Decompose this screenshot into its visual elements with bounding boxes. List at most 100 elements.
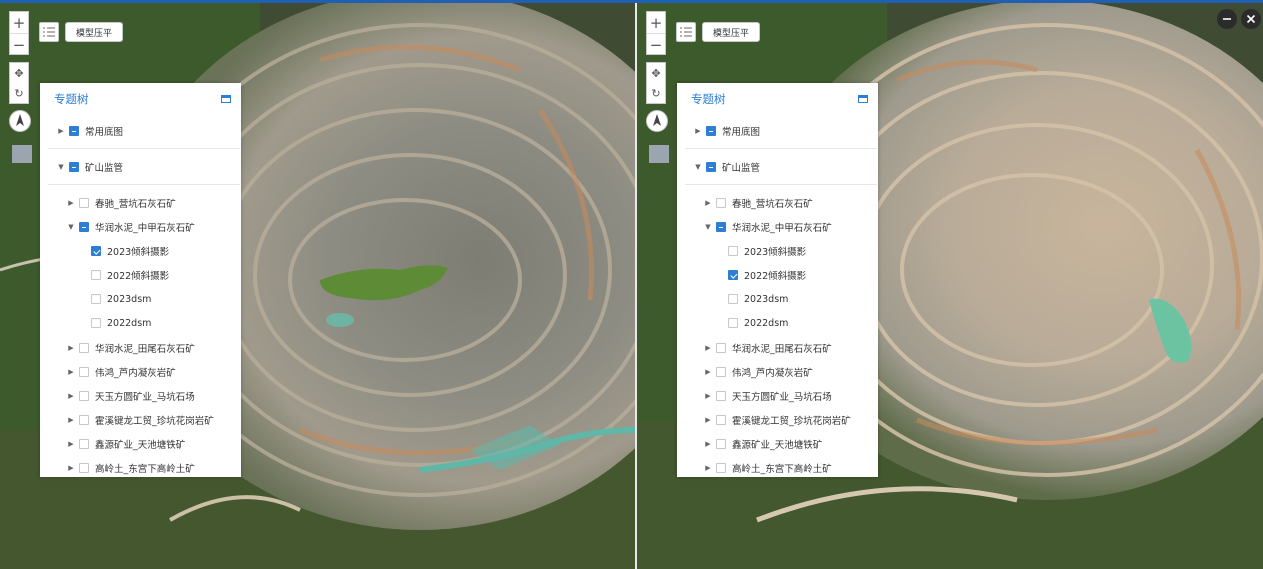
checkbox[interactable] bbox=[79, 343, 89, 353]
caret-right-icon[interactable]: ▶ bbox=[703, 464, 713, 472]
pan-icon[interactable]: ✥ bbox=[647, 63, 665, 83]
minimize-button[interactable] bbox=[1217, 9, 1237, 29]
tree-item-mine[interactable]: ▶ 霍溪键龙工贸_珍坑花岗岩矿 bbox=[677, 408, 904, 432]
tree-item-mine[interactable]: ▶ 天玉方圆矿业_马坑石场 bbox=[677, 384, 904, 408]
tree-group-mine-supervision[interactable]: ▼ 矿山监管 bbox=[40, 155, 257, 179]
checkbox[interactable] bbox=[91, 270, 101, 280]
checkbox[interactable] bbox=[716, 391, 726, 401]
caret-right-icon[interactable]: ▶ bbox=[66, 416, 76, 424]
caret-down-icon[interactable]: ▼ bbox=[703, 223, 713, 231]
tree-item-mine[interactable]: ▶ 鑫源矿业_天池塘铁矿 bbox=[677, 432, 904, 456]
tree-sublayer[interactable]: 2023倾斜摄影 bbox=[40, 239, 289, 263]
tree-group-basemap[interactable]: ▶ 常用底图 bbox=[40, 119, 257, 143]
rotate-icon[interactable]: ↻ bbox=[10, 83, 28, 103]
checkbox[interactable] bbox=[79, 367, 89, 377]
checkbox[interactable] bbox=[728, 294, 738, 304]
checkbox[interactable] bbox=[716, 222, 726, 232]
checkbox[interactable] bbox=[79, 222, 89, 232]
tree-item-mine[interactable]: ▶ 鑫源矿业_天池塘铁矿 bbox=[40, 432, 267, 456]
checkbox[interactable] bbox=[91, 318, 101, 328]
model-flatten-button[interactable]: 模型压平 bbox=[65, 22, 124, 42]
zoom-out-button[interactable]: − bbox=[10, 33, 28, 55]
left-map-view[interactable]: + − ✥ ↻ 模型压平 专题树 ▶ 常用底图 ▼ 矿山监管 ▶ 春驰_营坑石灰… bbox=[0, 0, 635, 569]
checkbox-checked[interactable] bbox=[728, 270, 738, 280]
tree-group-mine-supervision[interactable]: ▼ 矿山监管 bbox=[677, 155, 894, 179]
caret-right-icon[interactable]: ▶ bbox=[703, 416, 713, 424]
checkbox[interactable] bbox=[716, 198, 726, 208]
caret-right-icon[interactable]: ▶ bbox=[56, 127, 66, 135]
layer-list-button[interactable] bbox=[676, 22, 696, 42]
tree-item-mine[interactable]: ▶ 伟鸿_芦内凝灰岩矿 bbox=[40, 360, 267, 384]
tree-item-mine[interactable]: ▼ 华润水泥_中甲石灰石矿 bbox=[40, 215, 267, 239]
caret-right-icon[interactable]: ▶ bbox=[703, 368, 713, 376]
caret-down-icon[interactable]: ▼ bbox=[56, 163, 66, 171]
caret-right-icon[interactable]: ▶ bbox=[66, 464, 76, 472]
checkbox[interactable] bbox=[79, 415, 89, 425]
panel-title: 专题树 bbox=[54, 92, 89, 106]
compass-icon[interactable] bbox=[646, 110, 668, 132]
tree-sublayer[interactable]: 2022倾斜摄影 bbox=[40, 263, 289, 287]
panel-collapse-icon[interactable] bbox=[858, 95, 868, 103]
checkbox[interactable] bbox=[728, 318, 738, 328]
checkbox-checked[interactable] bbox=[91, 246, 101, 256]
caret-right-icon[interactable]: ▶ bbox=[66, 199, 76, 207]
tree-sublayer[interactable]: 2022dsm bbox=[677, 311, 926, 335]
checkbox[interactable] bbox=[728, 246, 738, 256]
tree-item-mine[interactable]: ▶ 霍溪键龙工贸_珍坑花岗岩矿 bbox=[40, 408, 267, 432]
minimize-icon bbox=[1223, 18, 1231, 20]
tree-sublayer[interactable]: 2022dsm bbox=[40, 311, 289, 335]
compass-icon[interactable] bbox=[9, 110, 31, 132]
checkbox[interactable] bbox=[716, 343, 726, 353]
tree-item-mine[interactable]: ▶ 华润水泥_田尾石灰石矿 bbox=[677, 336, 904, 360]
caret-right-icon[interactable]: ▶ bbox=[66, 368, 76, 376]
tree-item-mine[interactable]: ▶ 高岭土_东宫下高岭土矿 bbox=[40, 456, 267, 480]
caret-right-icon[interactable]: ▶ bbox=[703, 344, 713, 352]
checkbox[interactable] bbox=[69, 126, 79, 136]
navigation-controls: ✥ ↻ bbox=[646, 62, 666, 104]
tree-item-mine[interactable]: ▶ 华润水泥_田尾石灰石矿 bbox=[40, 336, 267, 360]
tree-group-basemap[interactable]: ▶ 常用底图 bbox=[677, 119, 894, 143]
tree-item-mine[interactable]: ▶ 天玉方圆矿业_马坑石场 bbox=[40, 384, 267, 408]
tree-sublayer[interactable]: 2023倾斜摄影 bbox=[677, 239, 926, 263]
right-map-view[interactable]: + − ✥ ↻ 模型压平 专题树 ▶ 常用底图 ▼ 矿山监管 ▶ 春驰_营坑石灰… bbox=[637, 0, 1263, 569]
caret-right-icon[interactable]: ▶ bbox=[66, 392, 76, 400]
checkbox[interactable] bbox=[706, 126, 716, 136]
zoom-in-button[interactable]: + bbox=[10, 12, 28, 33]
tree-item-mine[interactable]: ▶ 高岭土_东宫下高岭土矿 bbox=[677, 456, 904, 480]
panel-collapse-icon[interactable] bbox=[221, 95, 231, 103]
checkbox[interactable] bbox=[79, 391, 89, 401]
tree-sublayer[interactable]: 2022倾斜摄影 bbox=[677, 263, 926, 287]
layer-list-button[interactable] bbox=[39, 22, 59, 42]
checkbox[interactable] bbox=[79, 463, 89, 473]
checkbox[interactable] bbox=[716, 367, 726, 377]
caret-right-icon[interactable]: ▶ bbox=[703, 199, 713, 207]
caret-right-icon[interactable]: ▶ bbox=[703, 392, 713, 400]
checkbox[interactable] bbox=[706, 162, 716, 172]
tree-sublayer[interactable]: 2023dsm bbox=[40, 287, 289, 311]
tree-item-mine[interactable]: ▶ 春驰_营坑石灰石矿 bbox=[40, 191, 267, 215]
checkbox[interactable] bbox=[79, 198, 89, 208]
zoom-out-button[interactable]: − bbox=[647, 33, 665, 55]
pan-icon[interactable]: ✥ bbox=[10, 63, 28, 83]
checkbox[interactable] bbox=[91, 294, 101, 304]
caret-down-icon[interactable]: ▼ bbox=[66, 223, 76, 231]
caret-right-icon[interactable]: ▶ bbox=[66, 440, 76, 448]
rotate-icon[interactable]: ↻ bbox=[647, 83, 665, 103]
model-flatten-button[interactable]: 模型压平 bbox=[702, 22, 761, 42]
checkbox[interactable] bbox=[79, 439, 89, 449]
checkbox[interactable] bbox=[716, 415, 726, 425]
tree-sublayer[interactable]: 2023dsm bbox=[677, 287, 926, 311]
tree-item-mine[interactable]: ▶ 春驰_营坑石灰石矿 bbox=[677, 191, 904, 215]
split-divider[interactable] bbox=[635, 0, 637, 569]
caret-down-icon[interactable]: ▼ bbox=[693, 163, 703, 171]
checkbox[interactable] bbox=[69, 162, 79, 172]
caret-right-icon[interactable]: ▶ bbox=[693, 127, 703, 135]
checkbox[interactable] bbox=[716, 439, 726, 449]
checkbox[interactable] bbox=[716, 463, 726, 473]
caret-right-icon[interactable]: ▶ bbox=[66, 344, 76, 352]
close-button[interactable] bbox=[1241, 9, 1261, 29]
caret-right-icon[interactable]: ▶ bbox=[703, 440, 713, 448]
tree-item-mine[interactable]: ▼ 华润水泥_中甲石灰石矿 bbox=[677, 215, 904, 239]
tree-item-mine[interactable]: ▶ 伟鸿_芦内凝灰岩矿 bbox=[677, 360, 904, 384]
zoom-in-button[interactable]: + bbox=[647, 12, 665, 33]
